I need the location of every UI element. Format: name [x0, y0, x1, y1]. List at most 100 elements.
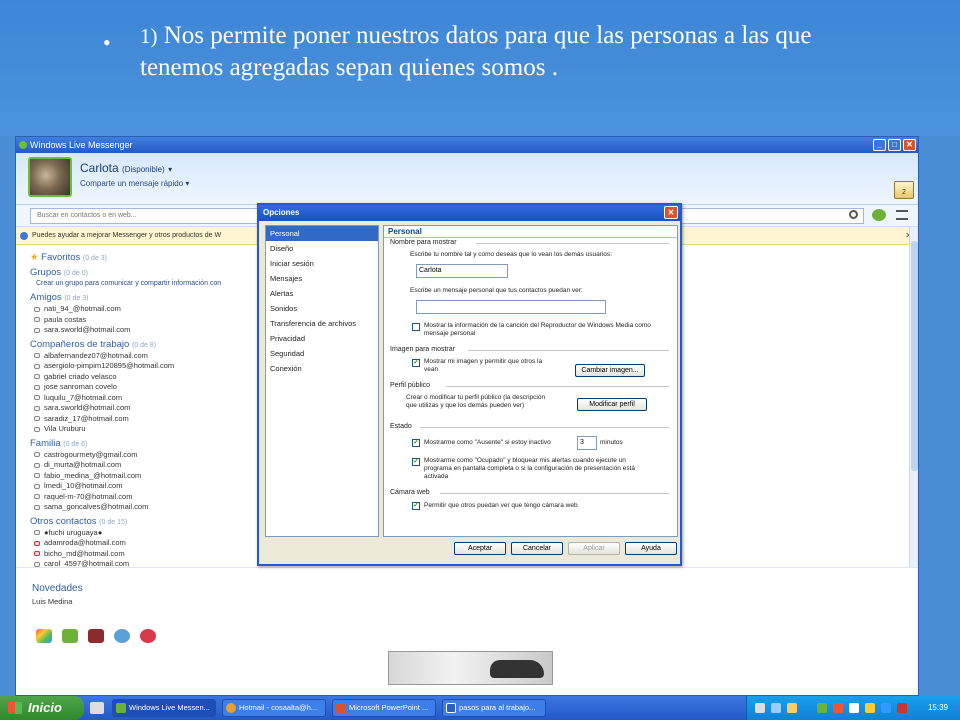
contact-name: luquilu_7@hotmail.com — [44, 392, 123, 402]
nav-seguridad[interactable]: Seguridad — [266, 346, 378, 361]
webcam-checkbox[interactable]: ✓ — [412, 502, 420, 510]
song-info-checkbox[interactable] — [412, 323, 420, 331]
offline-status-icon — [34, 327, 40, 333]
avatar[interactable] — [28, 157, 72, 197]
group-count: (0 de 15) — [99, 518, 128, 526]
tray-icon[interactable] — [897, 703, 907, 713]
group-count: (0 de 3) — [82, 255, 108, 262]
help-button[interactable]: Ayuda — [625, 542, 677, 555]
task-label: Hotmail - cosaalta@h... — [239, 703, 318, 712]
contact-name: gabriel criado velasco — [44, 371, 117, 381]
accept-button[interactable]: Aceptar — [454, 542, 506, 555]
clock[interactable]: 15:39 — [928, 696, 948, 720]
dialog-titlebar[interactable]: Opciones ✕ — [259, 205, 680, 221]
offline-status-icon — [34, 473, 40, 479]
options-dialog: Opciones ✕ Personal Diseño Iniciar sesió… — [257, 203, 682, 566]
search-icon[interactable] — [849, 210, 858, 219]
nav-privacidad[interactable]: Privacidad — [266, 331, 378, 346]
contact-name: bicho_md@hotmail.com — [44, 548, 125, 558]
show-picture-checkbox[interactable]: ✓ — [412, 359, 420, 367]
minutes-label: minutos — [600, 439, 623, 446]
personal-panel: Personal Nombre para mostrar Escribe tu … — [383, 225, 678, 537]
volume-tray-icon[interactable] — [881, 703, 891, 713]
windows-live-icon[interactable] — [36, 629, 52, 643]
slide-bullet-text: 1) Nos permite poner nuestros datos para… — [140, 20, 840, 84]
tray-icon[interactable] — [787, 703, 797, 713]
edit-profile-button[interactable]: Modificar perfil — [577, 398, 647, 411]
menu-icon[interactable] — [896, 210, 908, 220]
offline-status-icon — [34, 462, 40, 468]
contacts-icon[interactable] — [62, 629, 78, 643]
group-count: (0 de 3) — [64, 295, 89, 302]
section-divider — [440, 493, 669, 494]
task-messenger[interactable]: Windows Live Messen... — [112, 699, 216, 717]
nav-diseno[interactable]: Diseño — [266, 241, 378, 256]
perfil-label: Crear o modificar tu perfil público (la … — [406, 394, 546, 409]
apply-button[interactable]: Aplicar — [568, 542, 620, 555]
cancel-button[interactable]: Cancelar — [511, 542, 563, 555]
scrollbar-thumb[interactable] — [911, 241, 918, 471]
add-contact-icon[interactable] — [872, 209, 886, 221]
offline-status-icon — [34, 426, 40, 432]
nav-alertas[interactable]: Alertas — [266, 286, 378, 301]
contact-name: nati_94_@hotmail.com — [44, 304, 121, 313]
news-item[interactable]: Luis Medina — [32, 597, 72, 606]
close-button[interactable]: ✕ — [903, 139, 916, 151]
task-powerpoint[interactable]: Microsoft PowerPoint ... — [332, 699, 436, 717]
bullet-body: Nos permite poner nuestros datos para qu… — [140, 22, 812, 81]
messenger-tray-icon[interactable] — [817, 703, 827, 713]
network-tray-icon[interactable] — [849, 703, 859, 713]
away-checkbox[interactable]: ✓ — [412, 439, 420, 447]
tray-icon[interactable] — [865, 703, 875, 713]
group-count: (0 de 6) — [63, 440, 88, 448]
contact-list-scrollbar[interactable] — [909, 227, 918, 567]
tray-icon[interactable] — [833, 703, 843, 713]
bullet-number: 1) — [140, 24, 158, 48]
nav-conexion[interactable]: Conexión — [266, 361, 378, 376]
group-title-text: Favoritos — [41, 252, 81, 263]
tray-icon[interactable] — [771, 703, 781, 713]
nav-mensajes[interactable]: Mensajes — [266, 271, 378, 286]
contact-name: sama_goncalves@hotmail.com — [44, 502, 149, 511]
windows-flag-icon — [8, 702, 22, 714]
personal-message-text: Comparte un mensaje rápido — [80, 179, 184, 188]
tray-icon[interactable] — [755, 703, 765, 713]
heart-icon[interactable] — [140, 629, 156, 643]
contact-name: saradiz_17@hotmail.com — [44, 413, 129, 423]
dialog-title: Opciones — [263, 208, 300, 217]
task-word[interactable]: pasos para al trabajo... — [442, 699, 546, 717]
busy-checkbox[interactable]: ✓ — [412, 458, 420, 466]
nav-sonidos[interactable]: Sonidos — [266, 301, 378, 316]
status-dropdown-icon[interactable]: ▾ — [168, 165, 172, 174]
section-camara: Cámara web — [390, 489, 430, 496]
quick-launch-icon[interactable] — [90, 702, 104, 714]
change-picture-button[interactable]: Cambiar imagen... — [575, 364, 645, 377]
personal-message[interactable]: Comparte un mensaje rápido ▾ — [80, 179, 189, 188]
spaces-icon[interactable] — [88, 629, 104, 643]
nav-iniciar-sesion[interactable]: Iniciar sesión — [266, 256, 378, 271]
task-hotmail[interactable]: Hotmail - cosaalta@h... — [222, 699, 326, 717]
user-name[interactable]: Carlota (Disponible) ▾ — [80, 161, 172, 175]
offline-status-icon — [34, 384, 40, 390]
display-name-input[interactable]: Carlota — [416, 264, 508, 278]
group-title-text: Familia — [30, 437, 61, 449]
panel-title: Personal — [384, 226, 677, 238]
info-bar-text[interactable]: Puedes ayudar a mejorar Messenger y otro… — [32, 232, 221, 239]
start-label: Inicio — [28, 700, 62, 715]
nav-transferencia[interactable]: Transferencia de archivos — [266, 316, 378, 331]
nav-personal[interactable]: Personal — [266, 226, 378, 241]
messenger-titlebar[interactable]: Windows Live Messenger _ □ ✕ — [16, 137, 918, 153]
games-icon[interactable] — [114, 629, 130, 643]
section-divider — [420, 427, 669, 428]
personal-message-input[interactable] — [416, 300, 606, 314]
start-button[interactable]: Inicio — [0, 696, 84, 720]
mail-inbox-icon[interactable]: 2 — [894, 181, 914, 199]
nombre-label: Escribe tu nombre tal y como deseas que … — [410, 251, 612, 258]
user-name-text: Carlota — [80, 161, 119, 175]
offline-status-icon — [34, 374, 40, 380]
ad-banner[interactable] — [388, 651, 553, 685]
away-minutes-input[interactable]: 3 — [577, 436, 597, 450]
minimize-button[interactable]: _ — [873, 139, 886, 151]
maximize-button[interactable]: □ — [888, 139, 901, 151]
dialog-close-button[interactable]: ✕ — [664, 206, 678, 219]
